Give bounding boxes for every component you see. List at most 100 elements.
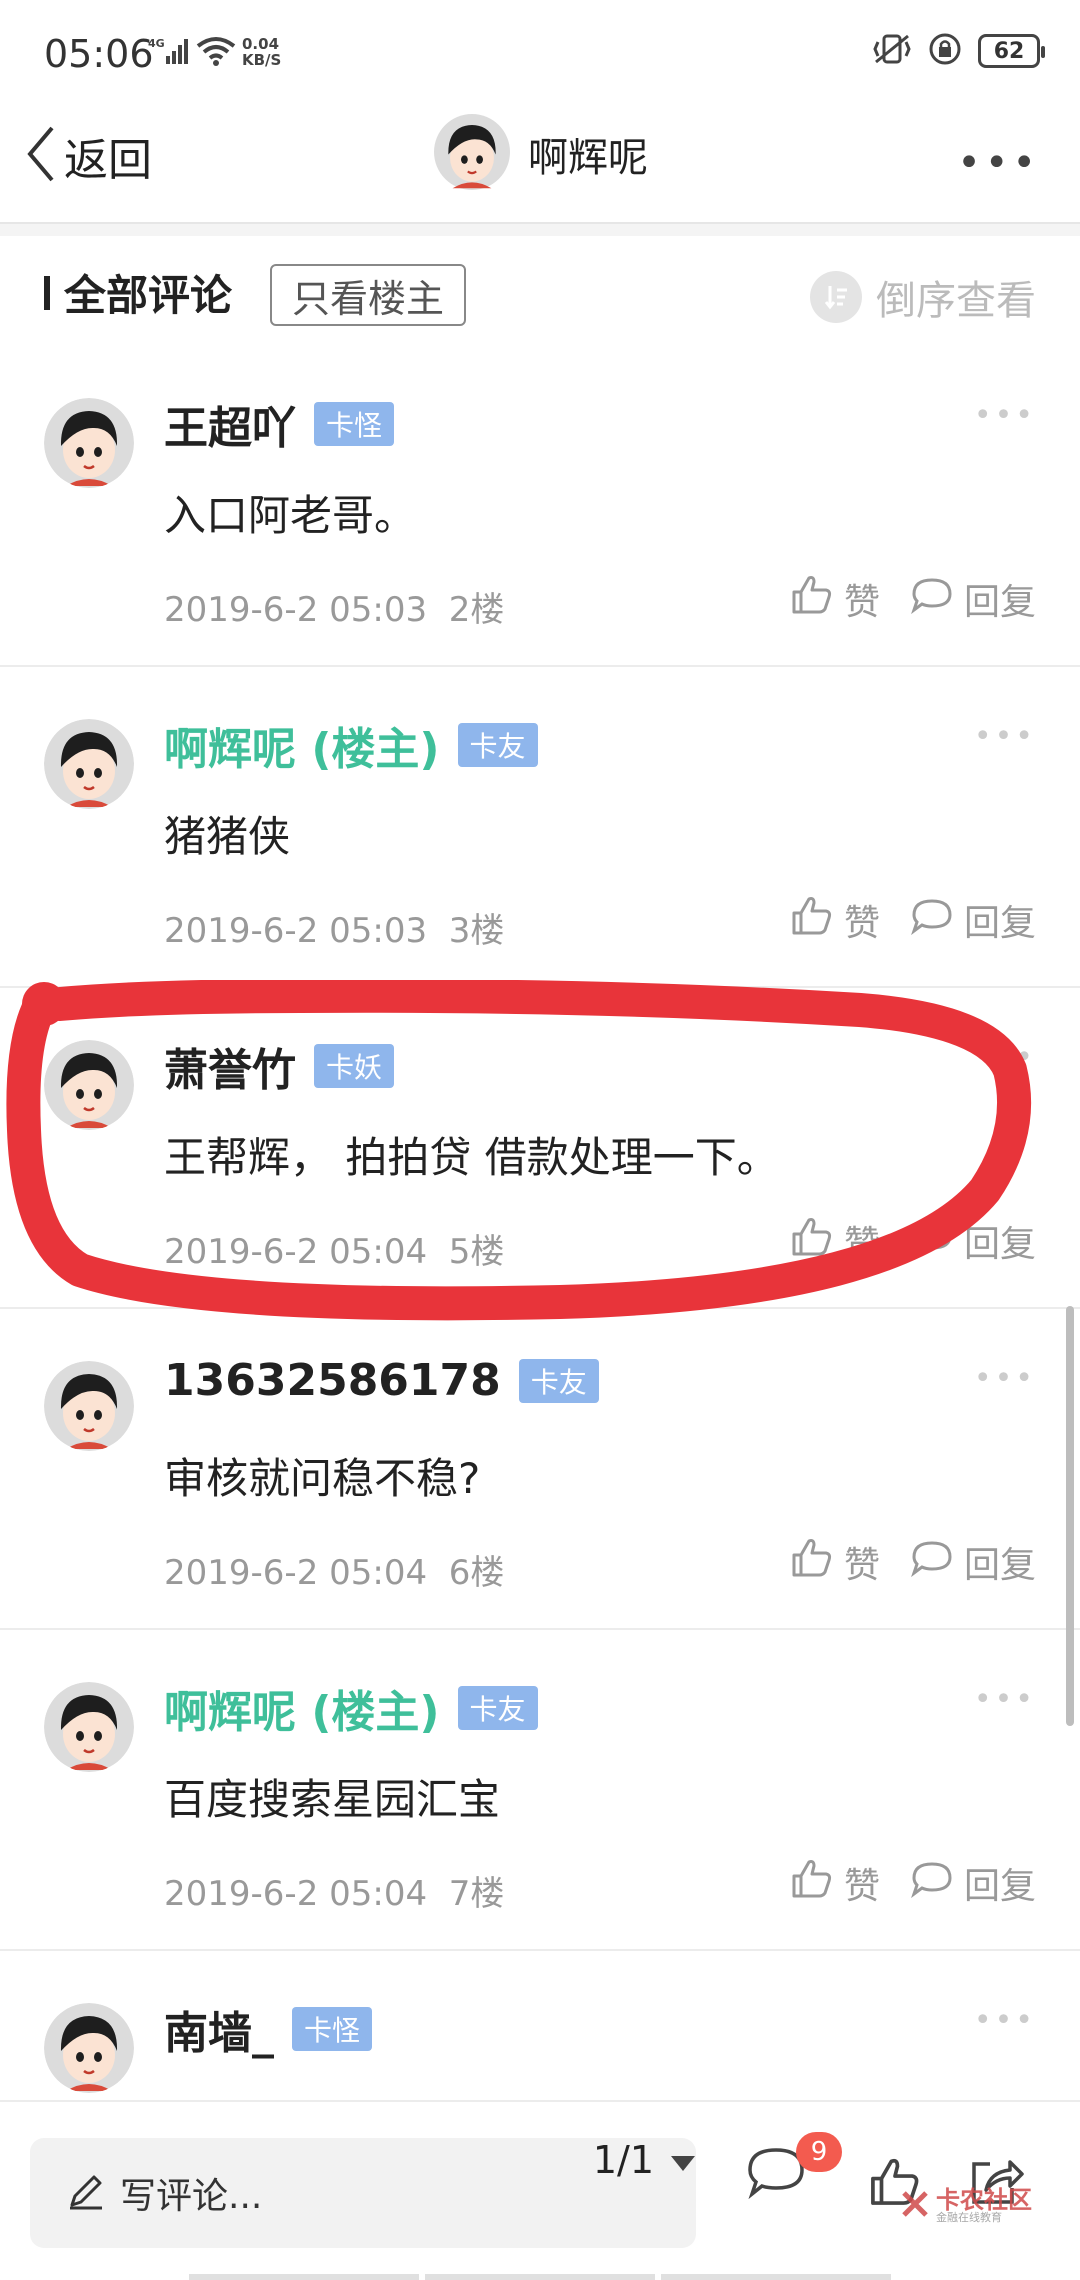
speed-value: 0.04 — [242, 35, 280, 53]
comment-text: 入口阿老哥。 — [164, 491, 417, 540]
filter-bar: 全部评论 只看楼主 倒序查看 — [0, 236, 1080, 346]
back-button[interactable]: 返回 — [22, 122, 152, 190]
comment-item: 13632586178 卡友 ••• 审核就问稳不稳? 2019-6-2 05:… — [0, 1309, 1080, 1630]
user-avatar[interactable] — [44, 2003, 134, 2093]
comment-username[interactable]: 13632586178 卡友 — [164, 1355, 599, 1406]
battery-icon: 62 — [978, 34, 1045, 68]
reply-bubble-icon — [910, 1216, 954, 1265]
user-level-tag: 卡友 — [457, 723, 538, 767]
watermark-logo-icon — [900, 2189, 930, 2223]
comment-more-button[interactable]: ••• — [974, 719, 1036, 754]
comment-floor: 2楼 — [448, 590, 505, 630]
like-button[interactable]: 赞 — [790, 1535, 880, 1588]
user-level-tag: 卡友 — [518, 1358, 599, 1403]
speed-unit: KB/S — [242, 51, 282, 69]
comment-username[interactable]: 啊辉呢 (楼主) 卡友 — [164, 1676, 538, 1740]
more-options-button[interactable]: ••• — [957, 140, 1040, 186]
reply-label: 回复 — [963, 1223, 1036, 1265]
username-text: 南墙_ — [164, 2008, 274, 2059]
comment-count-badge: 9 — [796, 2132, 842, 2172]
username-text: 萧誉竹 — [164, 1045, 296, 1096]
comment-actions: 赞 回复 — [790, 893, 1036, 946]
comment-floor: 7楼 — [448, 1874, 505, 1914]
comment-more-button[interactable]: ••• — [974, 1361, 1036, 1396]
network-speed: 0.04 KB/S — [242, 36, 281, 68]
thread-author[interactable]: 啊辉呢 — [434, 114, 648, 194]
status-right: 62 — [872, 32, 1045, 70]
user-avatar[interactable] — [44, 1040, 134, 1130]
comment-meta: 2019-6-2 05:04 7楼 — [164, 1866, 504, 1915]
comment-more-button[interactable]: ••• — [974, 1040, 1036, 1075]
like-label: 赞 — [843, 902, 880, 944]
battery-level: 62 — [993, 38, 1025, 64]
reply-button[interactable]: 回复 — [910, 1536, 1036, 1588]
like-button[interactable]: 赞 — [790, 572, 880, 625]
thumbs-up-icon — [790, 893, 834, 946]
wifi-icon — [196, 36, 236, 70]
only-op-button[interactable]: 只看楼主 — [270, 264, 467, 326]
comment-more-button[interactable]: ••• — [974, 2003, 1036, 2038]
svg-text:4G: 4G — [148, 37, 165, 50]
comment-floor: 5楼 — [448, 1232, 505, 1272]
reply-button[interactable]: 回复 — [910, 1857, 1036, 1909]
comment-date: 2019-6-2 05:03 — [164, 590, 428, 630]
comment-date: 2019-6-2 05:04 — [164, 1553, 428, 1593]
reverse-order-button[interactable]: 倒序查看 — [810, 268, 1036, 326]
comment-text: 猪猪侠 — [164, 812, 291, 861]
scrollbar[interactable] — [1066, 1306, 1074, 1726]
user-avatar[interactable] — [44, 1682, 134, 1772]
reply-label: 回复 — [963, 581, 1036, 623]
comment-more-button[interactable]: ••• — [974, 398, 1036, 433]
status-time: 05:06 — [44, 32, 154, 76]
like-button[interactable]: 赞 — [790, 1214, 880, 1267]
tab-all-comments-label: 全部评论 — [64, 271, 233, 320]
comment-item: 啊辉呢 (楼主) 卡友 ••• 猪猪侠 2019-6-2 05:03 3楼 赞 — [0, 667, 1080, 988]
comment-date: 2019-6-2 05:04 — [164, 1874, 428, 1914]
reply-button[interactable]: 回复 — [910, 573, 1036, 625]
reply-button[interactable]: 回复 — [910, 894, 1036, 946]
bottom-bar: 写评论... 1/1 9 卡农社区 金融在线教育 — [0, 2100, 1080, 2280]
like-button[interactable]: 赞 — [790, 1856, 880, 1909]
user-level-tag: 卡怪 — [292, 2007, 373, 2051]
page-title: 啊辉呢 — [528, 135, 648, 181]
tab-all-comments[interactable]: 全部评论 — [44, 262, 232, 323]
comment-list: 王超吖 卡怪 ••• 入口阿老哥。 2019-6-2 05:03 2楼 赞 回复… — [0, 346, 1080, 2272]
comment-actions: 赞 回复 — [790, 1856, 1036, 1909]
comment-floor: 6楼 — [448, 1553, 505, 1593]
user-level-tag: 卡怪 — [314, 402, 395, 446]
pencil-icon — [66, 2171, 106, 2215]
comment-username[interactable]: 南墙_ 卡怪 — [164, 1997, 373, 2061]
page-indicator: 1/1 — [592, 2138, 654, 2182]
comment-username[interactable]: 王超吖 卡怪 — [164, 392, 395, 456]
comment-username[interactable]: 啊辉呢 (楼主) 卡友 — [164, 713, 538, 777]
tab-indicator — [44, 275, 50, 310]
comment-date: 2019-6-2 05:03 — [164, 911, 428, 951]
comment-more-button[interactable]: ••• — [974, 1682, 1036, 1717]
like-label: 赞 — [843, 1544, 880, 1586]
comment-item: 啊辉呢 (楼主) 卡友 ••• 百度搜索星园汇宝 2019-6-2 05:04 … — [0, 1630, 1080, 1951]
reply-bubble-icon — [910, 1537, 954, 1586]
user-level-tag: 卡妖 — [314, 1044, 395, 1088]
comment-actions: 赞 回复 — [790, 1535, 1036, 1588]
reply-label: 回复 — [963, 902, 1036, 944]
caret-down-icon — [670, 2138, 696, 2182]
user-avatar[interactable] — [44, 1361, 134, 1451]
author-avatar — [434, 114, 510, 194]
comment-meta: 2019-6-2 05:04 6楼 — [164, 1545, 504, 1594]
divider-band — [0, 224, 1080, 236]
comment-username[interactable]: 萧誉竹 卡妖 — [164, 1034, 395, 1098]
reply-button[interactable]: 回复 — [910, 1215, 1036, 1267]
user-avatar[interactable] — [44, 398, 134, 488]
watermark: 卡农社区 金融在线教育 — [900, 2188, 1032, 2224]
username-text: 啊辉呢 (楼主) — [164, 724, 440, 775]
reverse-order-label: 倒序查看 — [876, 278, 1036, 324]
signal-icon: 4G — [148, 36, 192, 70]
comment-meta: 2019-6-2 05:04 5楼 — [164, 1224, 504, 1273]
page-selector[interactable]: 1/1 — [593, 2138, 696, 2182]
like-button[interactable]: 赞 — [790, 893, 880, 946]
comment-date: 2019-6-2 05:04 — [164, 1232, 428, 1272]
user-avatar[interactable] — [44, 719, 134, 809]
write-comment-placeholder: 写评论... — [120, 2176, 263, 2217]
comment-item: 萧誉竹 卡妖 ••• 王帮辉， 拍拍贷 借款处理一下。 2019-6-2 05:… — [0, 988, 1080, 1309]
comment-text: 审核就问稳不稳? — [164, 1454, 481, 1503]
